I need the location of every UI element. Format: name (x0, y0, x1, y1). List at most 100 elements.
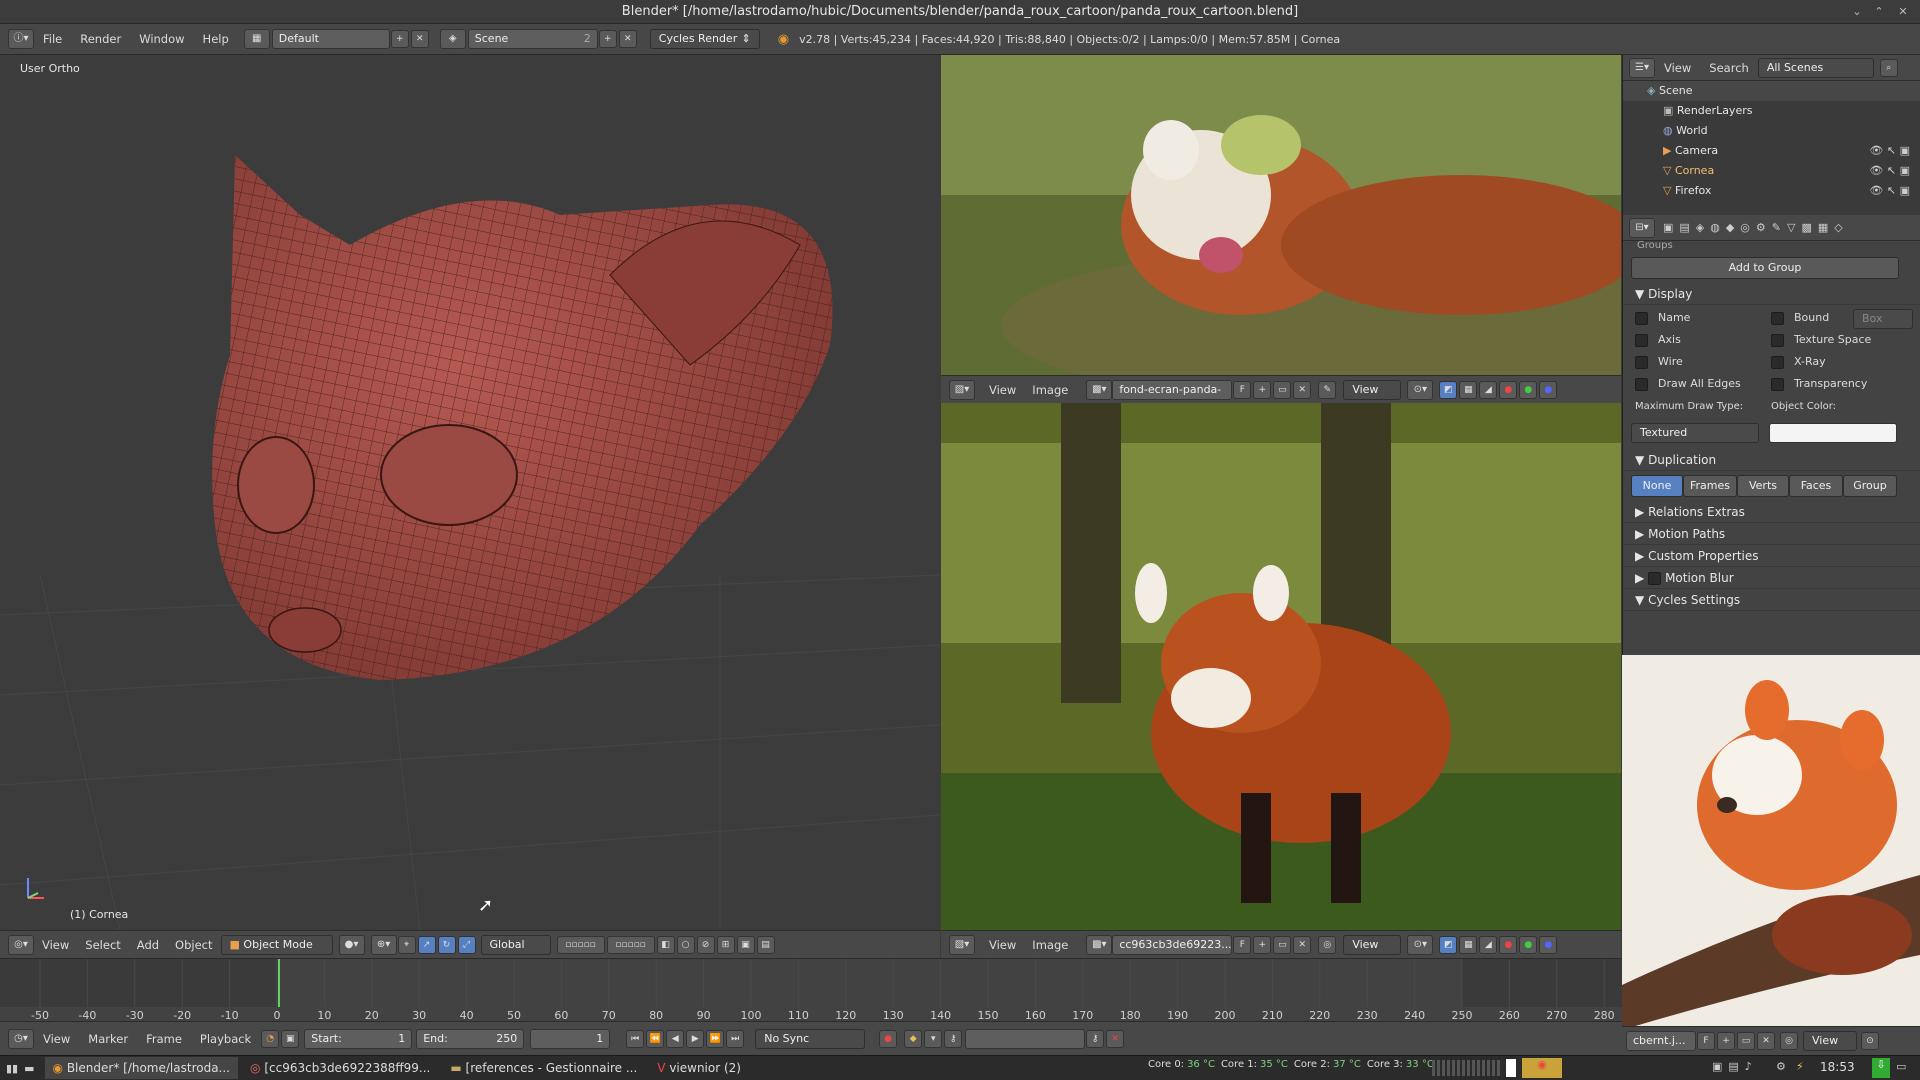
updates-tray-icon[interactable]: ⇩ (1872, 1058, 1890, 1078)
scale-icon[interactable]: ⤢ (457, 935, 476, 954)
layers-b-icon[interactable]: ▫▫▫▫▫ (606, 935, 655, 954)
outliner[interactable]: ☰▾ View Search All Scenes ⌕ ◈ Scene ▣ Re… (1622, 55, 1920, 215)
snap-element-icon[interactable]: ⊞ (716, 935, 735, 954)
preview-range-icon[interactable]: ◔ (261, 1029, 280, 1048)
image-top-menu-image[interactable]: Image (1024, 383, 1076, 397)
proportional-icon[interactable]: ○ (676, 935, 695, 954)
image-mid-green-icon[interactable]: ● (1519, 935, 1538, 954)
checkbox[interactable] (1635, 311, 1648, 325)
image-mid-menu-view[interactable]: View (981, 938, 1024, 952)
viewport-menu-view[interactable]: View (34, 938, 77, 952)
image-top-alpha-icon[interactable]: ▦ (1459, 380, 1478, 399)
xray-toggle[interactable]: X-Ray (1771, 355, 1826, 369)
close-icon[interactable]: ✕ (1896, 5, 1910, 19)
checkbox[interactable] (1771, 377, 1784, 391)
outliner-item-renderlayers[interactable]: ▣ RenderLayers (1623, 101, 1920, 121)
axis-toggle[interactable]: Axis (1635, 333, 1681, 347)
image-top-rgb-icon[interactable]: ◩ (1439, 380, 1458, 399)
render-layer-icon[interactable]: ◧ (656, 935, 675, 954)
dup-faces-button[interactable]: Faces (1789, 475, 1843, 497)
menu-help[interactable]: Help (194, 32, 238, 46)
rotate-icon[interactable]: ↻ (437, 935, 456, 954)
scene-field[interactable]: Scene 2 (467, 29, 598, 49)
image-right-new-icon[interactable]: + (1717, 1032, 1735, 1050)
custom-properties-panel[interactable]: ▶ Custom Properties (1623, 545, 1920, 567)
name-toggle[interactable]: Name (1635, 311, 1690, 325)
timeline-menu-frame[interactable]: Frame (137, 1032, 191, 1046)
image-top-red-icon[interactable]: ● (1499, 380, 1518, 399)
play-reverse-icon[interactable]: ◀ (666, 1029, 685, 1048)
minimize-icon[interactable]: ⌄ (1850, 5, 1864, 19)
record-icon[interactable]: ● (879, 1029, 898, 1048)
outliner-item-world[interactable]: ◍ World (1623, 121, 1920, 141)
task-file-manager[interactable]: ▬ [references - Gestionnaire ... (442, 1057, 645, 1079)
image-top-blue-icon[interactable]: ● (1539, 380, 1558, 399)
image-mid-new-icon[interactable]: + (1253, 935, 1272, 954)
object-color-swatch[interactable] (1769, 423, 1897, 443)
editor-type-image-mid-icon[interactable]: ▧▾ (949, 934, 975, 955)
3d-viewport[interactable]: User Ortho (1) Cornea ➚ (0, 55, 940, 930)
timeline-menu-view[interactable]: View (34, 1032, 79, 1046)
image-mid-zbuf-icon[interactable]: ◢ (1479, 935, 1498, 954)
outliner-menu-search[interactable]: Search (1700, 61, 1758, 75)
system-tray-icons[interactable]: ▣▤♪ (1712, 1060, 1758, 1073)
firefox-visibility-icon[interactable]: 👁 ↖ ▣ (1869, 181, 1910, 201)
screen-layout-icon[interactable]: ▦ (243, 29, 270, 49)
editor-type-outliner-icon[interactable]: ☰▾ (1629, 57, 1655, 78)
layout-field[interactable]: Default (271, 29, 390, 49)
motion-paths-panel[interactable]: ▶ Motion Paths (1623, 523, 1920, 545)
wire-toggle[interactable]: Wire (1635, 355, 1683, 369)
image-mid-browse-icon[interactable]: ▩▾ (1086, 934, 1113, 955)
image-mid-view-dropdown[interactable]: View (1343, 934, 1402, 955)
dup-verts-button[interactable]: Verts (1737, 475, 1789, 497)
dup-group-button[interactable]: Group (1843, 475, 1897, 497)
outliner-menu-view[interactable]: View (1655, 61, 1700, 75)
image-mid-name-field[interactable]: cc963cb3de69223... (1112, 934, 1233, 955)
image-right-pivot-icon[interactable]: ⊙ (1861, 1032, 1879, 1050)
editor-type-info-icon[interactable]: ⓘ▾ (8, 29, 34, 49)
checkbox[interactable] (1635, 377, 1648, 391)
orientation-dropdown[interactable]: Global (480, 934, 551, 955)
remove-layout-icon[interactable]: ✕ (410, 30, 429, 48)
dup-none-button[interactable]: None (1631, 475, 1683, 497)
keying-set-field[interactable] (965, 1028, 1086, 1049)
checkbox[interactable] (1771, 355, 1784, 369)
jump-keyframe-forward-icon[interactable]: ⏩ (706, 1029, 725, 1048)
texture-space-toggle[interactable]: Texture Space (1771, 333, 1871, 347)
motion-blur-panel[interactable]: ▶ Motion Blur (1623, 567, 1920, 589)
editor-type-properties-icon[interactable]: ⊟▾ (1629, 217, 1655, 238)
image-top-name-field[interactable]: fond-ecran-panda-ro... (1112, 379, 1233, 414)
insert-key-icon[interactable]: ⚷ (1086, 1029, 1105, 1048)
image-right-name-field[interactable]: cbernt.j... (1626, 1031, 1696, 1051)
menu-file[interactable]: File (34, 32, 71, 46)
image-browse-icon[interactable]: ▩▾ (1086, 379, 1113, 400)
scene-icon[interactable]: ◈ (439, 29, 466, 49)
opengl-render-icon[interactable]: ▣ (736, 935, 755, 954)
file-manager-icon[interactable]: ▬ (24, 1062, 34, 1075)
image-top-menu-view[interactable]: View (981, 383, 1024, 397)
image-right-view-dropdown[interactable]: View (1803, 1031, 1857, 1051)
timeline-canvas[interactable]: -50 -40 -30 -20 -10 0 10 20 30 40 50 60 70 80 90 100 110… (0, 959, 1622, 1022)
image-editor-top[interactable] (941, 55, 1621, 375)
desktop-tray-icon[interactable]: ▭ (1896, 1060, 1906, 1073)
bound-toggle[interactable]: Bound (1771, 311, 1829, 325)
layers-a-icon[interactable]: ▫▫▫▫▫ (556, 935, 605, 954)
editor-type-timeline-icon[interactable]: ◷▾ (8, 1028, 34, 1049)
task-blender[interactable]: ◉ Blender* [/home/lastroda... (44, 1057, 238, 1079)
timeline-menu-marker[interactable]: Marker (79, 1032, 137, 1046)
add-scene-icon[interactable]: + (598, 30, 617, 48)
image-mid-fake-user[interactable]: F (1233, 935, 1252, 954)
lock-range-icon[interactable]: ▣ (281, 1029, 300, 1048)
jump-start-icon[interactable]: ⏮ (626, 1029, 645, 1048)
properties-editor[interactable]: ⊟▾ ▣▤◈◍◆◎⚙✎▽▩▦◇ Groups Add to Group ▼ Di… (1622, 215, 1920, 655)
camera-visibility-icon[interactable]: 👁 ↖ ▣ (1869, 141, 1910, 161)
translate-icon[interactable]: ↗ (417, 935, 436, 954)
image-mid-rgb-icon[interactable]: ◩ (1439, 935, 1458, 954)
image-top-pivot-icon[interactable]: ⊙▾ (1407, 379, 1434, 400)
cornea-visibility-icon[interactable]: 👁 ↖ ▣ (1869, 161, 1910, 181)
relations-extras-panel[interactable]: ▶ Relations Extras (1623, 501, 1920, 523)
max-draw-type-dropdown[interactable]: Textured (1631, 423, 1759, 443)
snap-icon[interactable]: ⊘ (696, 935, 715, 954)
start-menu-icon[interactable]: ▮▮ (6, 1062, 18, 1075)
image-mid-pin-icon[interactable]: ◎ (1318, 935, 1337, 954)
